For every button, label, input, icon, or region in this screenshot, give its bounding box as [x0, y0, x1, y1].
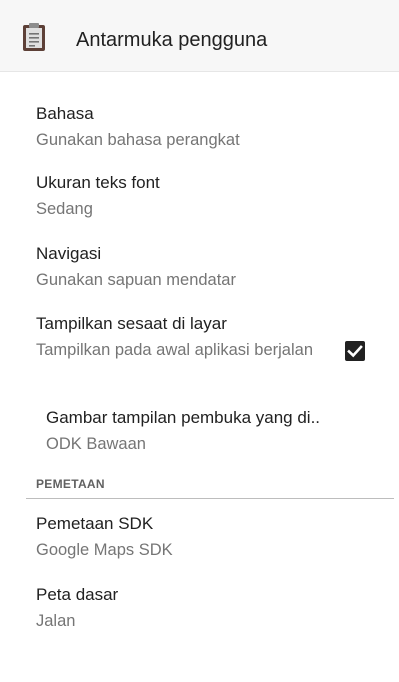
splash-checkbox[interactable] — [344, 340, 366, 362]
pref-summary: Tampilkan pada awal aplikasi berjalan — [36, 341, 313, 359]
page-title: Antarmuka pengguna — [76, 29, 268, 51]
pref-summary: Jalan — [36, 612, 76, 630]
pref-summary: Sedang — [36, 200, 93, 218]
clipboard-icon — [23, 23, 45, 51]
pref-splash-toggle[interactable]: Tampilkan sesaat di layar Tampilkan pada… — [36, 313, 326, 361]
pref-navigation[interactable]: Navigasi Gunakan sapuan mendatar — [36, 243, 366, 291]
pref-mapping-sdk[interactable]: Pemetaan SDK Google Maps SDK — [36, 513, 366, 561]
pref-font-size[interactable]: Ukuran teks font Sedang — [36, 172, 366, 220]
pref-summary: Gunakan bahasa perangkat — [36, 131, 240, 149]
pref-summary: ODK Bawaan — [46, 435, 146, 453]
pref-summary: Gunakan sapuan mendatar — [36, 271, 236, 289]
pref-title: Pemetaan SDK — [36, 514, 154, 533]
pref-bahasa[interactable]: Bahasa Gunakan bahasa perangkat — [36, 103, 366, 151]
section-header-mapping: PEMETAAN — [36, 477, 105, 491]
pref-title: Tampilkan sesaat di layar — [36, 314, 227, 333]
divider — [26, 498, 394, 499]
pref-title: Ukuran teks font — [36, 173, 160, 192]
pref-basemap[interactable]: Peta dasar Jalan — [36, 584, 366, 632]
app-bar: Antarmuka pengguna — [0, 0, 399, 72]
pref-splash-image[interactable]: Gambar tampilan pembuka yang di.. ODK Ba… — [46, 407, 376, 455]
pref-summary: Google Maps SDK — [36, 541, 173, 559]
pref-title: Bahasa — [36, 104, 94, 123]
pref-title: Gambar tampilan pembuka yang di.. — [46, 408, 321, 427]
pref-title: Peta dasar — [36, 585, 119, 604]
pref-title: Navigasi — [36, 244, 102, 263]
